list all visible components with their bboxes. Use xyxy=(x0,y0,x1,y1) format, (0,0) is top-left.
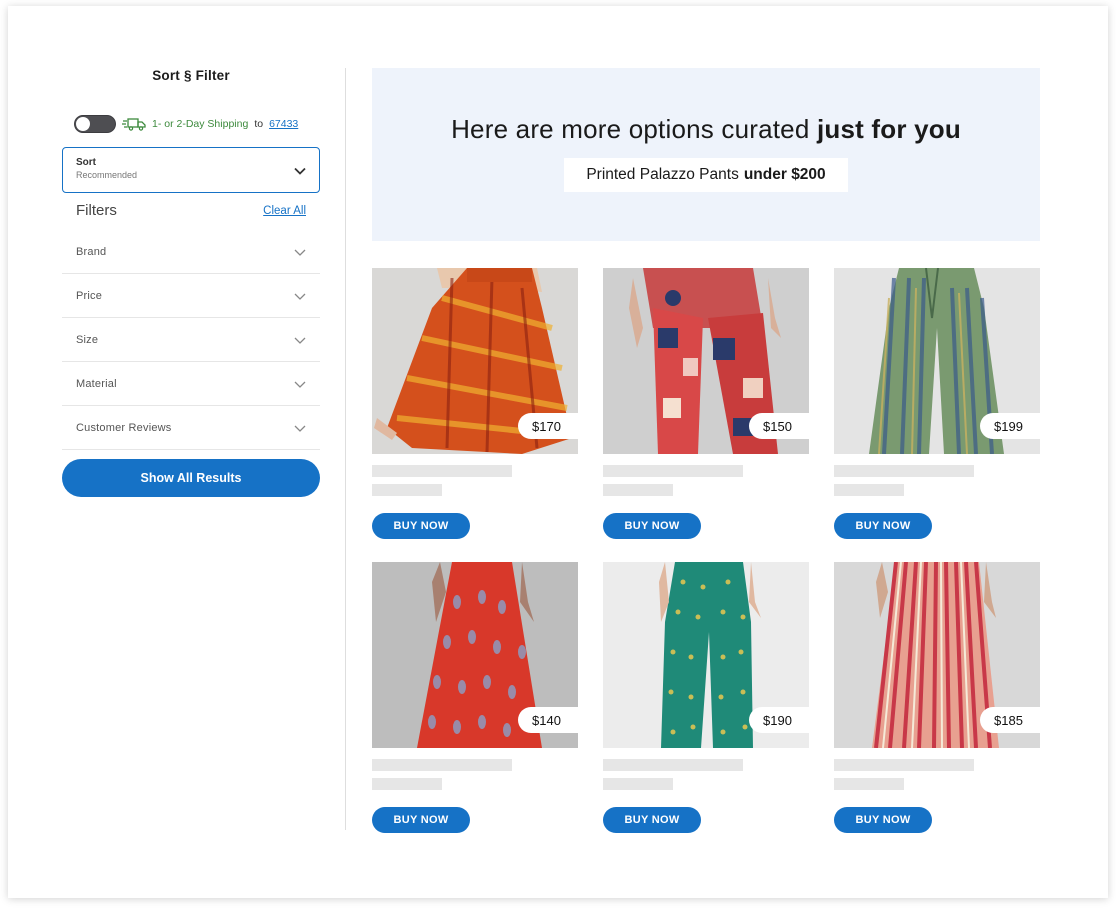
product-image[interactable]: $185 xyxy=(834,562,1040,748)
price-tag: $170 xyxy=(518,413,578,439)
filter-material[interactable]: Material xyxy=(62,362,320,406)
filter-size[interactable]: Size xyxy=(62,318,320,362)
filter-customer-reviews[interactable]: Customer Reviews xyxy=(62,406,320,450)
clear-all-link[interactable]: Clear All xyxy=(263,205,306,217)
filter-label: Brand xyxy=(76,245,107,258)
sort-value: Recommended xyxy=(76,170,138,180)
panel-divider xyxy=(345,68,346,830)
chevron-down-icon xyxy=(294,337,306,344)
product-card: $190 BUY NOW xyxy=(603,562,809,833)
filter-label: Size xyxy=(76,333,99,346)
price-tag: $185 xyxy=(980,707,1040,733)
price-tag: $199 xyxy=(980,413,1040,439)
sort-filter-panel: Sort § Filter 1- or 2-Day Shipping to 67… xyxy=(62,68,320,497)
subtitle-placeholder xyxy=(372,778,442,790)
sort-label: Sort xyxy=(76,157,96,168)
shipping-row: 1- or 2-Day Shipping to 67433 xyxy=(74,114,298,134)
buy-now-button[interactable]: BUY NOW xyxy=(372,513,470,539)
chevron-down-icon xyxy=(294,381,306,388)
title-placeholder xyxy=(834,759,974,771)
buy-now-button[interactable]: BUY NOW xyxy=(603,807,701,833)
banner-chip-prefix: Printed Palazzo Pants xyxy=(586,166,739,183)
banner-chip: Printed Palazzo Pants under $200 xyxy=(564,158,848,192)
shipping-toggle[interactable] xyxy=(74,115,116,133)
toggle-knob xyxy=(76,117,90,131)
sidebar-title: Sort § Filter xyxy=(152,68,230,83)
shipping-to: to xyxy=(254,118,264,130)
chevron-down-icon xyxy=(294,167,306,175)
filter-label: Material xyxy=(76,377,117,390)
curated-banner: Here are more options curated just for y… xyxy=(372,68,1040,241)
product-image[interactable]: $150 xyxy=(603,268,809,454)
truck-icon xyxy=(122,118,146,131)
filter-list: Brand Price Size Material Customer Revie… xyxy=(62,230,320,450)
buy-now-button[interactable]: BUY NOW xyxy=(834,807,932,833)
shipping-text: 1- or 2-Day Shipping xyxy=(152,118,249,130)
banner-title-bold: just for you xyxy=(816,114,961,144)
sort-dropdown[interactable]: Sort Recommended xyxy=(62,147,320,193)
filter-price[interactable]: Price xyxy=(62,274,320,318)
product-card: $199 BUY NOW xyxy=(834,268,1040,539)
chevron-down-icon xyxy=(294,249,306,256)
price-tag: $140 xyxy=(518,707,578,733)
page-card: Sort § Filter 1- or 2-Day Shipping to 67… xyxy=(8,6,1108,898)
product-image[interactable]: $170 xyxy=(372,268,578,454)
filter-brand[interactable]: Brand xyxy=(62,230,320,274)
show-all-results-button[interactable]: Show All Results xyxy=(62,459,320,497)
banner-title-prefix: Here are more options curated xyxy=(451,114,810,144)
title-placeholder xyxy=(834,465,974,477)
filters-title: Filters xyxy=(76,202,117,219)
filter-label: Price xyxy=(76,289,103,302)
product-card: $140 BUY NOW xyxy=(372,562,578,833)
filters-header: Filters Clear All xyxy=(76,202,306,219)
title-placeholder xyxy=(603,465,743,477)
title-placeholder xyxy=(372,465,512,477)
title-placeholder xyxy=(603,759,743,771)
price-tag: $150 xyxy=(749,413,809,439)
banner-chip-bold: under $200 xyxy=(743,166,826,183)
product-card: $150 BUY NOW xyxy=(603,268,809,539)
buy-now-button[interactable]: BUY NOW xyxy=(603,513,701,539)
subtitle-placeholder xyxy=(372,484,442,496)
chevron-down-icon xyxy=(294,293,306,300)
subtitle-placeholder xyxy=(603,778,673,790)
subtitle-placeholder xyxy=(603,484,673,496)
product-image[interactable]: $140 xyxy=(372,562,578,748)
title-placeholder xyxy=(372,759,512,771)
product-card: $185 BUY NOW xyxy=(834,562,1040,833)
buy-now-button[interactable]: BUY NOW xyxy=(834,513,932,539)
chevron-down-icon xyxy=(294,425,306,432)
product-card: $170 BUY NOW xyxy=(372,268,578,539)
price-tag: $190 xyxy=(749,707,809,733)
zip-link[interactable]: 67433 xyxy=(269,118,298,130)
buy-now-button[interactable]: BUY NOW xyxy=(372,807,470,833)
product-image[interactable]: $199 xyxy=(834,268,1040,454)
subtitle-placeholder xyxy=(834,484,904,496)
banner-title: Here are more options curated just for y… xyxy=(372,114,1040,145)
product-image[interactable]: $190 xyxy=(603,562,809,748)
filter-label: Customer Reviews xyxy=(76,421,172,434)
subtitle-placeholder xyxy=(834,778,904,790)
